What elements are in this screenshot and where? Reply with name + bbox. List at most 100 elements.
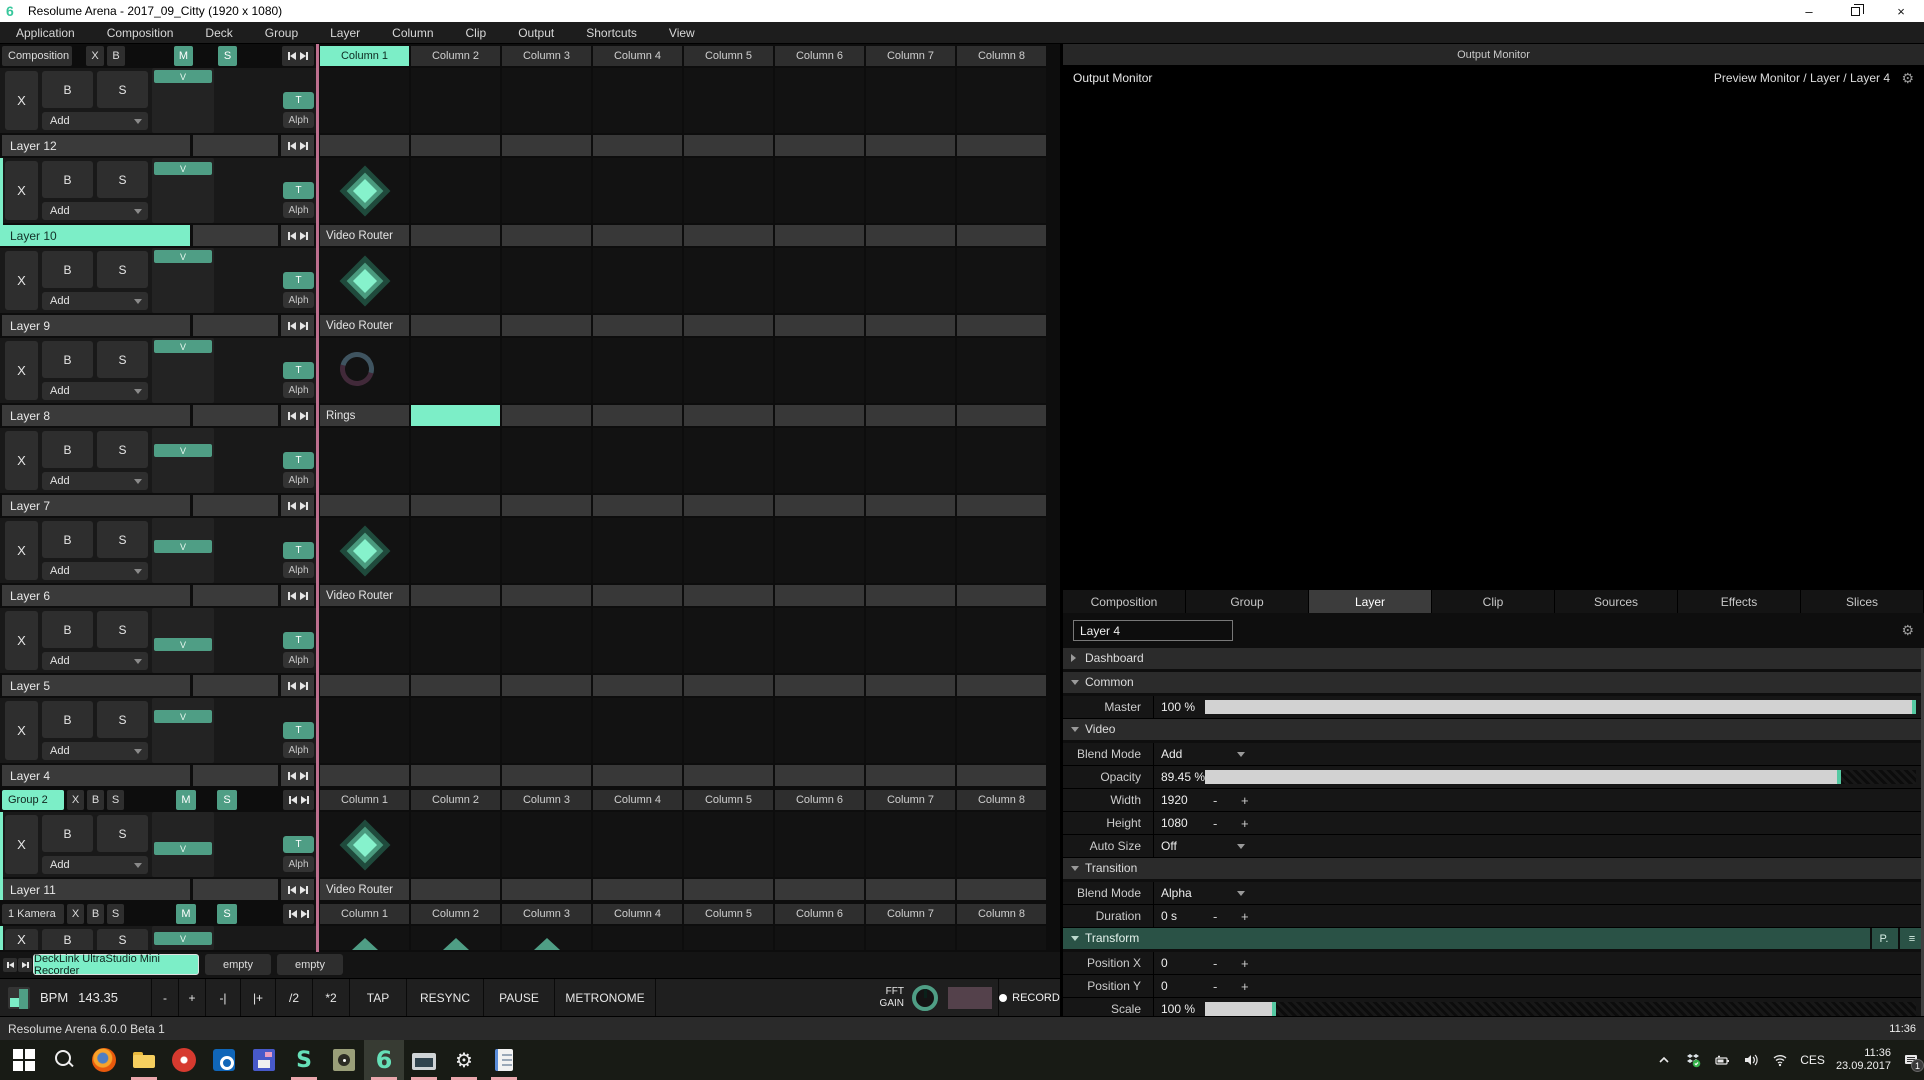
clip-slot[interactable]: [320, 926, 409, 950]
clip-slot[interactable]: [411, 68, 500, 133]
column-header-3[interactable]: Column 3: [502, 790, 591, 810]
tab-clip[interactable]: Clip: [1432, 590, 1555, 613]
increment-button[interactable]: +: [1241, 975, 1249, 998]
clip-slot[interactable]: [957, 518, 1046, 583]
layer-alpha-button[interactable]: Alph: [283, 652, 314, 668]
clip-slot[interactable]: [593, 926, 682, 950]
layer-solo-button[interactable]: S: [97, 251, 148, 288]
clip-slot[interactable]: [866, 248, 955, 313]
clip-slot[interactable]: [593, 68, 682, 133]
layer-fader[interactable]: V: [152, 698, 214, 763]
transport-button-[interactable]: -: [152, 979, 179, 1016]
clip-slot[interactable]: [866, 698, 955, 763]
layer-trigger-button[interactable]: T: [283, 92, 314, 109]
layer-fader-handle[interactable]: V: [154, 162, 212, 175]
layer-blend-dropdown[interactable]: Add: [42, 112, 148, 130]
clip-slot[interactable]: [502, 608, 591, 673]
clip-name[interactable]: [411, 405, 500, 426]
tray-clock[interactable]: 11:3623.09.2017: [1836, 1047, 1891, 1073]
layer-close-button[interactable]: X: [5, 815, 38, 874]
group-bypass-button[interactable]: B: [87, 790, 104, 810]
composition-transport[interactable]: [282, 46, 314, 66]
clip-slot[interactable]: [502, 926, 591, 950]
layer-alpha-button[interactable]: Alph: [283, 742, 314, 758]
clip-slot[interactable]: [775, 698, 864, 763]
layer-blend-dropdown[interactable]: Add: [42, 856, 148, 874]
clip-name[interactable]: [684, 585, 773, 606]
layer-fader-handle[interactable]: V: [154, 710, 212, 723]
menu-composition[interactable]: Composition: [91, 22, 190, 44]
clip-name[interactable]: [502, 135, 591, 156]
composition-bypass-button[interactable]: B: [107, 46, 125, 66]
clip-name[interactable]: [684, 675, 773, 696]
deck-tab1[interactable]: DeckLink UltraStudio Mini Recorder: [33, 954, 199, 975]
layer-blend-dropdown[interactable]: Add: [42, 382, 148, 400]
group-solo2-button[interactable]: S: [217, 790, 237, 810]
dropbox-icon[interactable]: [1684, 1051, 1702, 1069]
clip-slot[interactable]: [593, 518, 682, 583]
group-solo2-button[interactable]: S: [217, 904, 237, 924]
layer-alpha-button[interactable]: Alph: [283, 292, 314, 308]
layer-transport[interactable]: [281, 879, 314, 900]
clip-name[interactable]: [866, 765, 955, 786]
layer-fader[interactable]: V: [152, 518, 214, 583]
clip-slot[interactable]: [320, 68, 409, 133]
menu-view[interactable]: View: [653, 22, 711, 44]
clip-slot[interactable]: [502, 698, 591, 763]
layer-bypass-button[interactable]: B: [42, 815, 93, 852]
decrement-button[interactable]: -: [1213, 975, 1217, 998]
skip-back-button[interactable]: [3, 958, 17, 972]
clip-slot[interactable]: [775, 608, 864, 673]
taskbar-settings-button[interactable]: [444, 1040, 484, 1080]
layer-close-button[interactable]: X: [5, 521, 38, 580]
clip-slot[interactable]: [320, 608, 409, 673]
clip-name[interactable]: [957, 765, 1046, 786]
clip-name[interactable]: Video Router: [320, 315, 409, 336]
clip-name[interactable]: Rings: [320, 405, 409, 426]
group-close-button[interactable]: X: [67, 790, 84, 810]
layer-bypass-button[interactable]: B: [42, 611, 93, 648]
clip-slot[interactable]: [502, 518, 591, 583]
layer-trigger-button[interactable]: T: [283, 836, 314, 853]
clip-slot[interactable]: [320, 428, 409, 493]
clip-name[interactable]: [775, 585, 864, 606]
layer-blend-dropdown[interactable]: Add: [42, 562, 148, 580]
decrement-button[interactable]: -: [1213, 905, 1217, 928]
layer-fader-handle[interactable]: V: [154, 250, 212, 263]
menu-output[interactable]: Output: [502, 22, 570, 44]
taskbar-gridapp-button[interactable]: [324, 1040, 364, 1080]
layer-transport[interactable]: [281, 225, 314, 246]
clip-name[interactable]: [502, 765, 591, 786]
column-header-2[interactable]: Column 2: [411, 790, 500, 810]
layer-bypass-button[interactable]: B: [42, 431, 93, 468]
layer-solo-button[interactable]: S: [97, 341, 148, 378]
layer-name[interactable]: Layer 8: [2, 405, 190, 426]
clip-name[interactable]: [957, 135, 1046, 156]
transport-button-tap[interactable]: TAP: [350, 979, 407, 1016]
column-header-4[interactable]: Column 4: [593, 790, 682, 810]
section-transition[interactable]: Transition: [1063, 858, 1924, 879]
clip-name[interactable]: [684, 135, 773, 156]
layer-name[interactable]: Layer 4: [2, 765, 190, 786]
layer-trigger-button[interactable]: T: [283, 182, 314, 199]
layer-fader[interactable]: V: [152, 248, 214, 313]
layer-transport[interactable]: [281, 765, 314, 786]
clip-slot[interactable]: [684, 812, 773, 877]
taskbar-start-button[interactable]: [4, 1040, 44, 1080]
transport-button-[interactable]: |+: [241, 979, 276, 1016]
clip-slot[interactable]: [866, 608, 955, 673]
clip-name[interactable]: [866, 495, 955, 516]
property-value[interactable]: 0 s: [1161, 905, 1177, 928]
property-value[interactable]: 1080: [1161, 812, 1188, 835]
column-header-6[interactable]: Column 6: [775, 790, 864, 810]
clip-slot[interactable]: [411, 248, 500, 313]
clip-slot[interactable]: [320, 158, 409, 223]
clip-name[interactable]: [866, 315, 955, 336]
layer-bypass-button[interactable]: B: [42, 161, 93, 198]
clip-slot[interactable]: [684, 158, 773, 223]
clip-slot[interactable]: [502, 812, 591, 877]
layer-trigger-button[interactable]: T: [283, 272, 314, 289]
increment-button[interactable]: +: [1241, 952, 1249, 975]
layer-fader[interactable]: V: [152, 158, 214, 223]
clip-name[interactable]: [411, 879, 500, 900]
